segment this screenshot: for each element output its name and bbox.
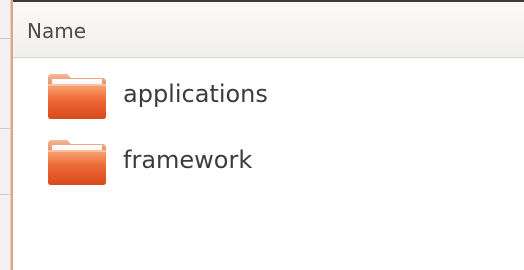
sidebar-divider — [0, 194, 10, 195]
file-list: applications framework — [13, 58, 524, 270]
file-row-framework[interactable]: framework — [13, 124, 524, 188]
file-name: applications — [123, 80, 268, 108]
sidebar-edge — [0, 0, 11, 270]
column-header-label: Name — [27, 19, 87, 43]
sidebar-divider — [0, 128, 10, 129]
column-header-name[interactable]: Name — [13, 2, 524, 58]
folder-icon — [47, 72, 107, 120]
file-manager-window: Name applications framework — [0, 0, 524, 270]
sidebar-divider — [0, 38, 10, 39]
file-name: framework — [123, 146, 253, 174]
file-row-applications[interactable]: applications — [13, 58, 524, 122]
folder-icon — [47, 138, 107, 186]
